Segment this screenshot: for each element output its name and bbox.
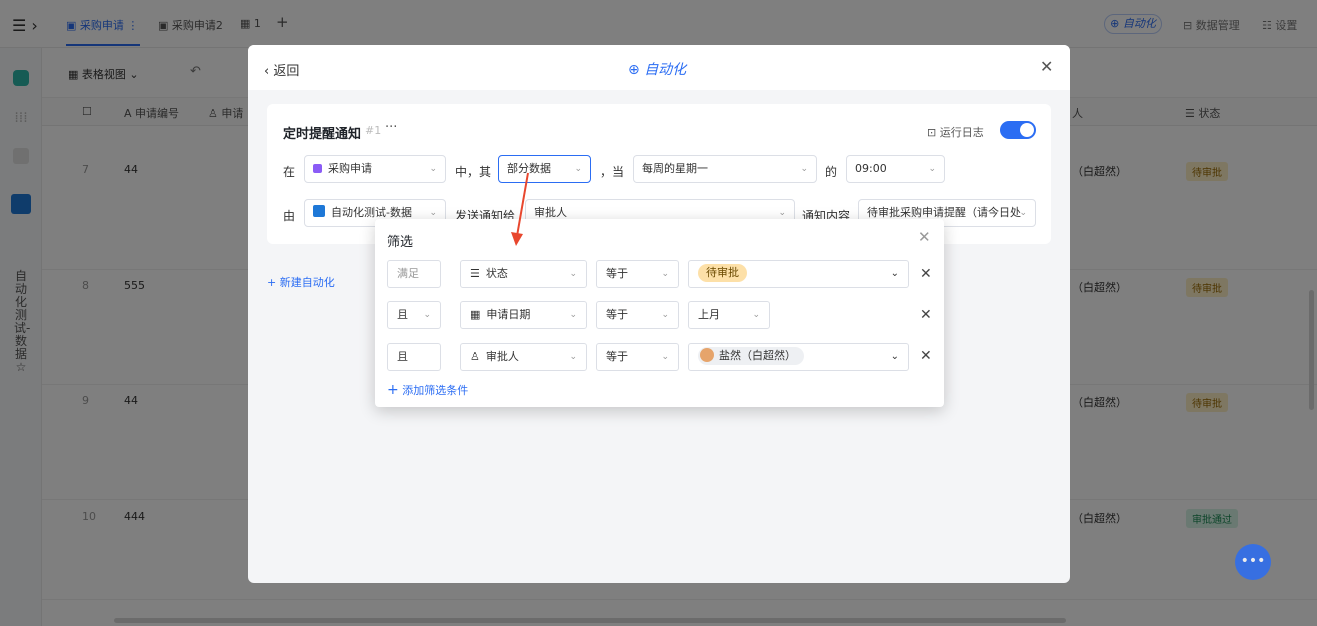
scope-select[interactable]: 部分数据 ⌄ (498, 155, 591, 183)
modal-title: ⊕ 自动化 (628, 62, 687, 78)
back-label: 返回 (273, 64, 300, 79)
toggle-knob (1020, 123, 1034, 137)
remove-condition-icon[interactable]: ✕ (920, 266, 932, 282)
table-select[interactable]: 采购申请 ⌄ (304, 155, 446, 183)
content-select-value: 待审批采购申请提醒（请今日处 (867, 206, 1021, 219)
chevron-down-icon: ⌄ (752, 310, 760, 320)
field-select[interactable]: ♙ 审批人 ⌄ (460, 343, 587, 371)
remove-condition-icon[interactable]: ✕ (920, 348, 932, 364)
enable-toggle[interactable] (1000, 121, 1036, 139)
plus-icon: + (387, 382, 399, 398)
date-value: 上月 (698, 308, 720, 321)
time-select-value: 09:00 (855, 162, 887, 175)
modal-title-label: 自动化 (644, 62, 687, 78)
conjunction-field: 且 (387, 343, 441, 371)
operator-select-value: 等于 (606, 308, 628, 321)
avatar (700, 348, 714, 362)
back-button[interactable]: ‹ 返回 (264, 60, 299, 79)
conjunction-value: 满足 (397, 267, 419, 280)
people-icon: ♙ (470, 350, 480, 363)
frequency-select-value: 每周的星期一 (642, 162, 708, 175)
user-badge: 盐然（白超然） (698, 347, 804, 365)
field-select-value: 申请日期 (486, 308, 531, 321)
add-condition-label: 添加筛选条件 (402, 384, 469, 397)
conjunction-value: 且 (397, 308, 408, 321)
status-value-badge: 待审批 (698, 264, 747, 282)
run-log-label: 运行日志 (939, 126, 984, 139)
chevron-down-icon: ⌄ (423, 310, 431, 320)
run-log-button[interactable]: ⊡ 运行日志 (927, 124, 984, 140)
operator-select[interactable]: 等于 ⌄ (596, 343, 679, 371)
time-select[interactable]: 09:00 ⌄ (846, 155, 945, 183)
chevron-down-icon: ⌄ (569, 352, 577, 362)
chevron-down-icon: ⌄ (661, 269, 669, 279)
label-in: 在 (283, 165, 296, 179)
table-select-value: 采购申请 (328, 162, 372, 175)
automation-number: #1 (365, 124, 382, 137)
chevron-down-icon: ⌄ (800, 164, 808, 174)
field-select-value: 状态 (485, 267, 508, 280)
label-when: ，当 (600, 165, 625, 179)
conjunction-field: 满足 (387, 260, 441, 288)
list-icon: ☰ (470, 267, 480, 280)
filter-title: 筛选 (387, 235, 414, 250)
new-automation-button[interactable]: + 新建自动化 (267, 274, 335, 290)
date-value-select[interactable]: 上月 ⌄ (688, 301, 770, 329)
add-condition-button[interactable]: + 添加筛选条件 (387, 382, 468, 398)
chevron-down-icon: ⌄ (574, 164, 582, 174)
chevron-down-icon: ⌄ (890, 351, 899, 362)
more-icon[interactable]: ··· (385, 120, 397, 135)
remove-condition-icon[interactable]: ✕ (920, 307, 932, 323)
chevron-down-icon: ⌄ (890, 268, 899, 279)
frequency-select[interactable]: 每周的星期一 ⌄ (633, 155, 817, 183)
close-icon[interactable]: ✕ (1040, 57, 1053, 76)
field-select-value: 审批人 (485, 350, 519, 363)
chevron-down-icon: ⌄ (569, 269, 577, 279)
conjunction-select[interactable]: 且 ⌄ (387, 301, 441, 329)
close-icon[interactable]: ✕ (918, 228, 931, 246)
chevron-down-icon: ⌄ (569, 310, 577, 320)
label-mid: 中，其 (455, 165, 492, 179)
automation-title[interactable]: 定时提醒通知 (283, 123, 361, 142)
filter-dialog: 筛选 ✕ 满足 ☰ 状态 ⌄ 等于 ⌄ 待审批 ⌄ ✕ 且 ⌄ ▦ 申请日期 ⌄ 等于 ⌄ 上月… (375, 219, 944, 407)
field-select[interactable]: ☰ 状态 ⌄ (460, 260, 587, 288)
app-icon (313, 205, 325, 217)
chevron-down-icon: ⌄ (928, 164, 936, 174)
value-select[interactable]: 待审批 ⌄ (688, 260, 909, 288)
more-actions-button[interactable]: ••• (1235, 544, 1271, 580)
label-by: 由 (283, 209, 296, 223)
operator-select-value: 等于 (606, 350, 628, 363)
operator-select-value: 等于 (606, 267, 628, 280)
conjunction-value: 且 (397, 350, 408, 363)
calendar-icon: ▦ (470, 308, 481, 321)
modal-header: ‹ 返回 ⊕ 自动化 ✕ (248, 45, 1070, 90)
chevron-down-icon: ⌄ (429, 164, 437, 174)
chevron-down-icon: ⌄ (661, 352, 669, 362)
user-value-select[interactable]: 盐然（白超然） ⌄ (688, 343, 909, 371)
chevron-down-icon: ⌄ (661, 310, 669, 320)
field-select[interactable]: ▦ 申请日期 ⌄ (460, 301, 587, 329)
scope-select-value: 部分数据 (507, 162, 551, 175)
operator-select[interactable]: 等于 ⌄ (596, 260, 679, 288)
table-color-icon (313, 164, 322, 173)
user-name: 盐然（白超然） (719, 349, 796, 362)
label-of: 的 (825, 165, 838, 179)
operator-select[interactable]: 等于 ⌄ (596, 301, 679, 329)
recipient-select-value: 审批人 (534, 206, 567, 219)
source-select-value: 自动化测试-数据 (331, 206, 412, 219)
chevron-down-icon: ⌄ (1019, 208, 1027, 218)
